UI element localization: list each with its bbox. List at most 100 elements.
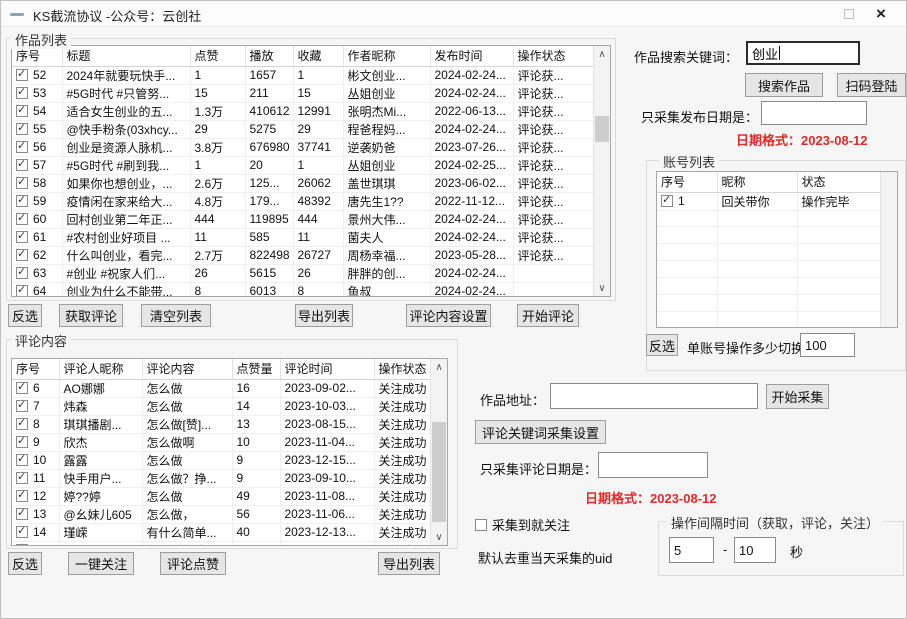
start-comment-button[interactable]: 开始评论: [517, 304, 579, 327]
cell-nick: 炜森: [64, 400, 88, 414]
search-works-button[interactable]: 搜索作品: [745, 73, 823, 97]
cell-nick: 婷??婷: [64, 490, 101, 504]
col-header: 操作状态: [513, 46, 593, 66]
like-comments-button[interactable]: 评论点赞: [160, 552, 226, 575]
table-row[interactable]: 64创业为什么不能带...860138鱼叔2024-02-24...: [12, 282, 593, 297]
row-checkbox[interactable]: [16, 400, 28, 412]
table-row[interactable]: 9欣杰怎么做啊102023-11-04...关注成功: [12, 433, 430, 451]
cell-plays: 5275: [250, 122, 277, 136]
row-checkbox[interactable]: [16, 213, 28, 225]
scroll-down-icon[interactable]: ∨: [431, 529, 447, 545]
interval-min-input[interactable]: [669, 537, 714, 563]
table-row[interactable]: 14瑾嵘有什么简单...402023-12-13...关注成功: [12, 523, 430, 541]
start-collect-button[interactable]: 开始采集: [766, 384, 829, 409]
comments-invert-button[interactable]: 反选: [8, 552, 42, 575]
table-row[interactable]: 12婷??婷怎么做492023-11-08...关注成功: [12, 487, 430, 505]
works-invert-button[interactable]: 反选: [8, 304, 42, 327]
table-row[interactable]: 1回关带你操作完毕: [657, 192, 880, 210]
col-header: 收藏: [293, 46, 343, 66]
cell-title: #5G时代 #刷到我...: [67, 159, 170, 173]
interval-max-input[interactable]: [734, 537, 776, 563]
date-format-hint: 日期格式：2023-08-12: [585, 488, 717, 507]
row-checkbox[interactable]: [16, 141, 28, 153]
table-row[interactable]: 522024年就要玩快手...116571彬文创业...2024-02-24..…: [12, 66, 593, 84]
scroll-down-icon[interactable]: ∨: [594, 280, 610, 296]
comment-keyword-settings-button[interactable]: 评论关键词采集设置: [475, 420, 606, 444]
table-row[interactable]: 11快手用户...怎么做？挣...92023-09-10...关注成功: [12, 469, 430, 487]
checkbox-icon[interactable]: [475, 519, 487, 531]
cell-time: 2024-02-25...: [435, 158, 506, 172]
row-checkbox[interactable]: [16, 436, 28, 448]
row-checkbox[interactable]: [661, 195, 673, 207]
cell-author: 景州大伟...: [348, 213, 406, 227]
clear-list-button[interactable]: 清空列表: [141, 304, 211, 327]
row-checkbox[interactable]: [16, 123, 28, 135]
row-checkbox[interactable]: [16, 249, 28, 261]
row-checkbox[interactable]: [16, 418, 28, 430]
scrollbar-thumb[interactable]: [595, 116, 609, 142]
table-row[interactable]: 53#5G时代 #只管努...1521115丛姐创业2024-02-24...评…: [12, 84, 593, 102]
comment-settings-button[interactable]: 评论内容设置: [406, 304, 491, 327]
cell-favs: 37741: [298, 140, 331, 154]
work-url-input[interactable]: [550, 383, 758, 409]
table-row[interactable]: 6AO娜娜怎么做162023-09-02...关注成功: [12, 379, 430, 397]
scrollbar-thumb[interactable]: [432, 422, 446, 522]
maximize-button[interactable]: [836, 4, 862, 24]
cell-likes: 9: [237, 471, 244, 485]
table-row[interactable]: 58如果你也想创业，...2.6万125...26062盖世琪琪2023-06-…: [12, 174, 593, 192]
follow-all-button[interactable]: 一键关注: [68, 552, 134, 575]
row-checkbox[interactable]: [16, 526, 28, 538]
row-checkbox[interactable]: [16, 490, 28, 502]
row-checkbox[interactable]: [16, 472, 28, 484]
follow-on-collect-checkbox[interactable]: 采集到就关注: [475, 515, 570, 534]
table-row[interactable]: 10露露怎么做92023-12-15...关注成功: [12, 451, 430, 469]
row-checkbox[interactable]: [16, 231, 28, 243]
qr-login-button[interactable]: 扫码登陆: [837, 73, 906, 97]
comment-date-input[interactable]: [598, 452, 708, 478]
scroll-up-icon[interactable]: ∧: [594, 46, 610, 62]
col-header: 作者昵称: [343, 46, 430, 66]
comments-table: 序号 评论人昵称 评论内容 点赞量 评论时间 操作状态 6AO娜娜怎么做1620…: [11, 358, 448, 546]
table-row[interactable]: 7炜森怎么做142023-10-03...关注成功: [12, 397, 430, 415]
switch-count-input[interactable]: [800, 333, 855, 357]
row-checkbox[interactable]: [16, 454, 28, 466]
row-checkbox[interactable]: [16, 159, 28, 171]
table-row[interactable]: 63#创业 #祝家人们...26561526胖胖的创...2024-02-24.…: [12, 264, 593, 282]
row-checkbox[interactable]: [16, 267, 28, 279]
works-scrollbar[interactable]: ∧ ∨: [593, 46, 610, 296]
comments-export-button[interactable]: 导出列表: [378, 552, 440, 575]
scroll-up-icon[interactable]: ∧: [431, 359, 447, 375]
table-row[interactable]: 56创业是资源人脉机...3.8万67698037741逆袭奶爸2023-07-…: [12, 138, 593, 156]
table-row[interactable]: 8琪琪播剧...怎么做[赞]...132023-08-15...关注成功: [12, 415, 430, 433]
table-row[interactable]: 60回村创业第二年正...444119895444景州大伟...2024-02-…: [12, 210, 593, 228]
row-checkbox[interactable]: [16, 285, 28, 297]
cell-author: 张明杰Mi...: [348, 105, 407, 119]
accounts-scrollbar[interactable]: [880, 172, 897, 327]
col-header: 点赞: [190, 46, 245, 66]
row-checkbox[interactable]: [16, 87, 28, 99]
table-row[interactable]: 59疫情闲在家来给大...4.8万179...48392唐先生1??2022-1…: [12, 192, 593, 210]
close-button[interactable]: ×: [868, 4, 894, 24]
row-checkbox[interactable]: [16, 544, 28, 546]
publish-date-input[interactable]: [761, 101, 867, 125]
table-row[interactable]: 57#5G时代 #刷到我...1201丛姐创业2024-02-25...评论获.…: [12, 156, 593, 174]
table-row[interactable]: 15果果怎么做想学522023-11-24...关注成功: [12, 541, 430, 546]
row-checkbox[interactable]: [16, 105, 28, 117]
table-row[interactable]: 62什么叫创业，看完...2.7万82249826727周杨幸福...2023-…: [12, 246, 593, 264]
row-checkbox[interactable]: [16, 195, 28, 207]
cell-nick: 快手用户...: [64, 472, 122, 486]
table-row[interactable]: 13@幺妹儿605怎么做，562023-11-06...关注成功: [12, 505, 430, 523]
row-checkbox[interactable]: [16, 69, 28, 81]
table-row[interactable]: 55@快手粉条(03xhcy...29527529程爸程妈...2024-02-…: [12, 120, 593, 138]
table-row[interactable]: 54适合女生创业的五...1.3万41061212991张明杰Mi...2022…: [12, 102, 593, 120]
row-checkbox[interactable]: [16, 508, 28, 520]
accounts-invert-button[interactable]: 反选: [646, 334, 678, 356]
row-checkbox[interactable]: [16, 177, 28, 189]
keyword-input[interactable]: 创业: [746, 41, 860, 65]
row-checkbox[interactable]: [16, 382, 28, 394]
comments-scrollbar[interactable]: ∧ ∨: [430, 359, 447, 545]
window-title: KS截流协议 -公众号：云创社: [33, 6, 201, 25]
get-comments-button[interactable]: 获取评论: [59, 304, 123, 327]
works-export-button[interactable]: 导出列表: [295, 304, 353, 327]
table-row[interactable]: 61#农村创业好项目 ...1158511菌夫人2024-02-24...评论获…: [12, 228, 593, 246]
